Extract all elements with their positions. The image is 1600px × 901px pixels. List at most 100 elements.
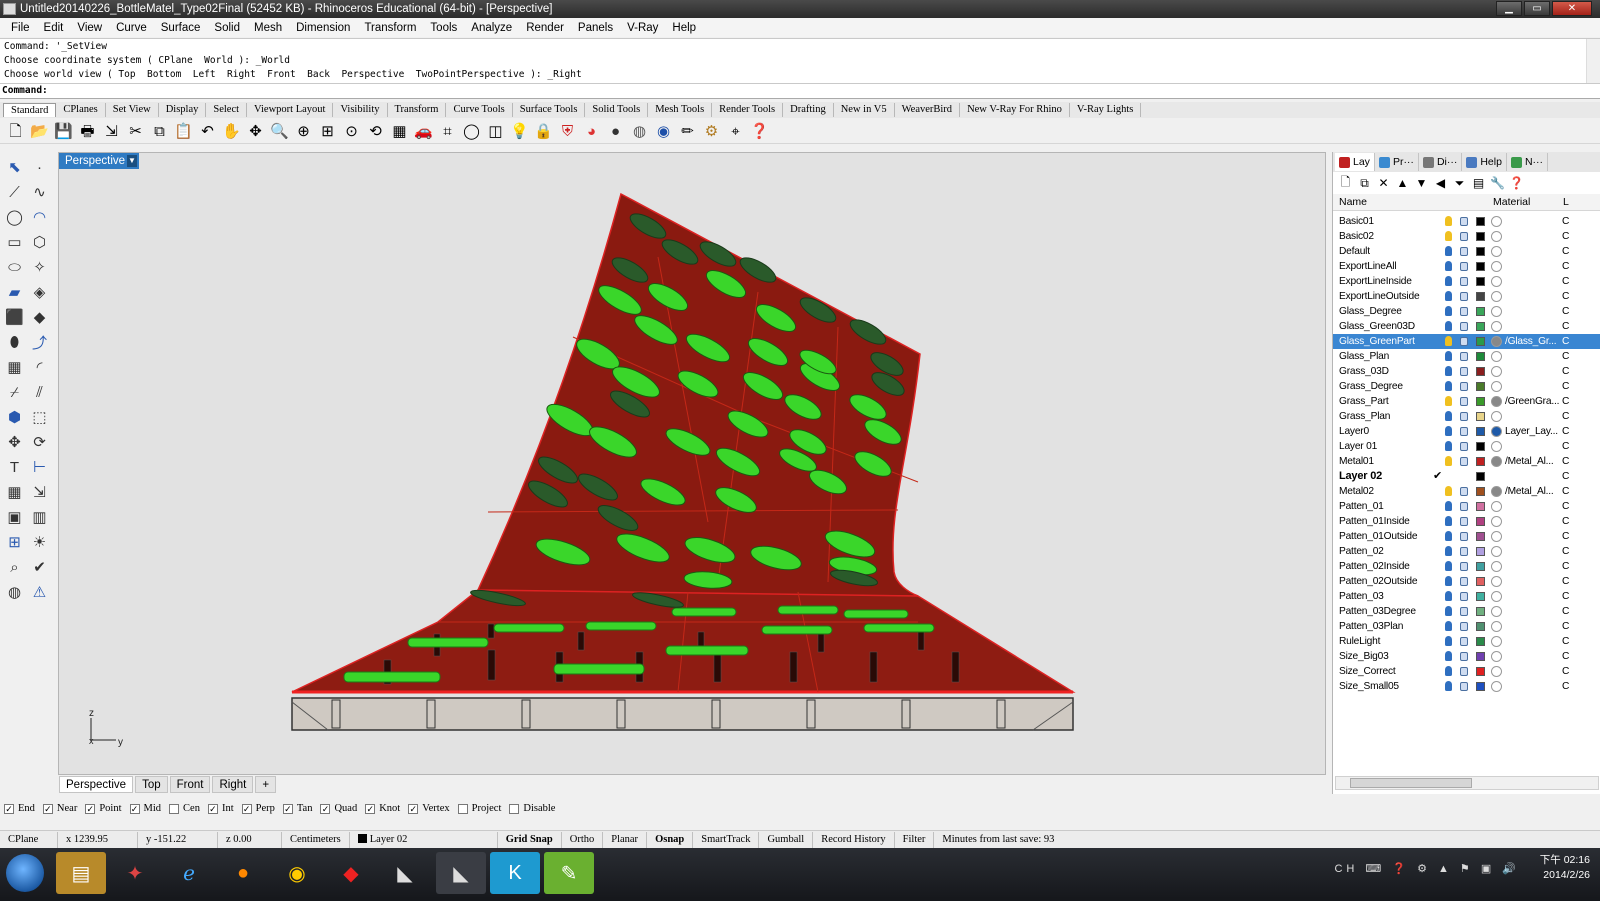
- layer-name[interactable]: Grass_Part: [1339, 394, 1389, 409]
- lock-icon[interactable]: [1460, 637, 1468, 646]
- layer-name[interactable]: Glass_Plan: [1339, 349, 1389, 364]
- material-ball-icon[interactable]: [1491, 591, 1502, 602]
- material-ball-icon[interactable]: [1491, 546, 1502, 557]
- osnap-toggle[interactable]: Osnap: [647, 831, 694, 848]
- visibility-bulb-icon[interactable]: [1445, 411, 1452, 421]
- explorer-icon[interactable]: ▤: [56, 852, 106, 894]
- layer-row[interactable]: Glass_GreenPart/Glass_Gr... C: [1333, 334, 1600, 349]
- curve-icon[interactable]: ∿: [27, 180, 52, 204]
- lock-icon[interactable]: [1460, 607, 1468, 616]
- osnap-mid[interactable]: ✓ Mid: [129, 803, 161, 814]
- material-ball-icon[interactable]: [1491, 621, 1502, 632]
- material-ball-icon[interactable]: [1491, 681, 1502, 692]
- column-name[interactable]: Name: [1339, 196, 1367, 208]
- visibility-bulb-icon[interactable]: [1445, 441, 1452, 451]
- toolbar-tab-v-ray-lights[interactable]: V-Ray Lights: [1070, 103, 1142, 117]
- layer-row[interactable]: Grass_Plan C: [1333, 409, 1600, 424]
- close-button[interactable]: ✕: [1552, 1, 1592, 16]
- layer-name[interactable]: Patten_02Outside: [1339, 574, 1418, 589]
- layer-color-swatch[interactable]: [1476, 592, 1485, 601]
- osnap-quad[interactable]: ✓ Quad: [320, 803, 357, 814]
- layer-linetype[interactable]: C: [1562, 439, 1569, 454]
- import-icon[interactable]: ⇲: [100, 120, 123, 142]
- light-icon[interactable]: ☀: [27, 530, 52, 554]
- lock-icon[interactable]: [1460, 277, 1468, 286]
- material-ball-icon[interactable]: [1491, 276, 1502, 287]
- start-button[interactable]: [6, 854, 44, 892]
- new-file-icon[interactable]: 🗋: [4, 120, 27, 142]
- rhino-icon[interactable]: ◣: [380, 852, 430, 894]
- layer-color-swatch[interactable]: [1476, 652, 1485, 661]
- lock-icon[interactable]: 🔒: [532, 120, 555, 142]
- layer-row[interactable]: Size_Big03 C: [1333, 649, 1600, 664]
- visibility-bulb-icon[interactable]: [1445, 336, 1452, 346]
- open-icon[interactable]: 📂: [28, 120, 51, 142]
- lock-icon[interactable]: [1460, 262, 1468, 271]
- menu-mesh[interactable]: Mesh: [247, 22, 289, 34]
- new-sublayer-icon[interactable]: ⧉: [1356, 176, 1373, 191]
- planar-toggle[interactable]: Planar: [603, 831, 648, 848]
- material-ball-icon[interactable]: [1491, 666, 1502, 677]
- layer-linetype[interactable]: C: [1562, 514, 1569, 529]
- material-ball-icon[interactable]: [1491, 351, 1502, 362]
- menu-edit[interactable]: Edit: [37, 22, 71, 34]
- visibility-bulb-icon[interactable]: [1445, 381, 1452, 391]
- ellipse-icon[interactable]: ⬭: [2, 255, 27, 279]
- layer-name[interactable]: Layer 02: [1339, 469, 1382, 484]
- osnap-checkbox[interactable]: ✓: [241, 803, 252, 814]
- layer-color-swatch[interactable]: [1476, 682, 1485, 691]
- material-ball-icon[interactable]: [1491, 336, 1502, 347]
- material-ball-icon[interactable]: [1491, 261, 1502, 272]
- model-scene[interactable]: z x y: [58, 152, 1326, 775]
- lock-icon[interactable]: [1460, 292, 1468, 301]
- tab-perspective[interactable]: Perspective: [59, 776, 134, 793]
- toolbar-tab-new-in-v5[interactable]: New in V5: [834, 103, 895, 117]
- layer-row[interactable]: Glass_Degree C: [1333, 304, 1600, 319]
- cylinder-icon[interactable]: ⬮: [2, 330, 27, 354]
- lock-icon[interactable]: [1460, 487, 1468, 496]
- box-icon[interactable]: ⬛: [2, 305, 27, 329]
- layer-linetype[interactable]: C: [1562, 559, 1569, 574]
- gear-icon[interactable]: ⚙: [700, 120, 723, 142]
- current-layer-status[interactable]: Layer 02: [350, 831, 498, 848]
- layer-color-swatch[interactable]: [1476, 637, 1485, 646]
- layer-row[interactable]: Basic01 C: [1333, 214, 1600, 229]
- layer-linetype[interactable]: C: [1562, 409, 1569, 424]
- paste-icon[interactable]: 📋: [172, 120, 195, 142]
- visibility-bulb-icon[interactable]: [1445, 306, 1452, 316]
- layer-row[interactable]: RuleLight C: [1333, 634, 1600, 649]
- solid-icon[interactable]: ◆: [27, 305, 52, 329]
- firefox-icon[interactable]: ●: [218, 852, 268, 894]
- visibility-bulb-icon[interactable]: [1445, 261, 1452, 271]
- layer-row[interactable]: Grass_03D C: [1333, 364, 1600, 379]
- rhino-active-icon[interactable]: ◣: [436, 852, 486, 894]
- layer-linetype[interactable]: C: [1562, 424, 1569, 439]
- material-ball-icon[interactable]: [1491, 321, 1502, 332]
- filter-toggle[interactable]: Filter: [895, 831, 935, 848]
- layer-name[interactable]: Metal02: [1339, 484, 1374, 499]
- camera-icon[interactable]: ⌖: [724, 120, 747, 142]
- rectangle-icon[interactable]: ▭: [2, 230, 27, 254]
- viewport-menu-arrow-icon[interactable]: ▼: [127, 155, 137, 167]
- circle-icon[interactable]: ◯: [460, 120, 483, 142]
- light-icon[interactable]: 💡: [508, 120, 531, 142]
- osnap-checkbox[interactable]: ✓: [408, 803, 419, 814]
- osnap-disable[interactable]: Disable: [509, 803, 555, 814]
- zoom-extents-icon[interactable]: ⊞: [316, 120, 339, 142]
- layer-row[interactable]: Patten_01Inside C: [1333, 514, 1600, 529]
- layer-name[interactable]: Patten_01Inside: [1339, 514, 1410, 529]
- layer-row[interactable]: ExportLineOutside C: [1333, 289, 1600, 304]
- layer-row[interactable]: Layer0 Layer_Lay... C: [1333, 424, 1600, 439]
- layer-linetype[interactable]: C: [1562, 349, 1569, 364]
- toolbar-tab-transform[interactable]: Transform: [388, 103, 447, 117]
- zoom-selected-icon[interactable]: ⊙: [340, 120, 363, 142]
- layer-material[interactable]: Layer_Lay...: [1505, 424, 1559, 439]
- layer-linetype[interactable]: C: [1562, 289, 1569, 304]
- menu-file[interactable]: File: [4, 22, 37, 34]
- layer-linetype[interactable]: C: [1562, 679, 1569, 694]
- lock-icon[interactable]: [1460, 217, 1468, 226]
- layer-name[interactable]: Glass_Degree: [1339, 304, 1402, 319]
- material-ball-icon[interactable]: [1491, 291, 1502, 302]
- layer-linetype[interactable]: C: [1562, 634, 1569, 649]
- scroll-thumb[interactable]: [1350, 778, 1472, 788]
